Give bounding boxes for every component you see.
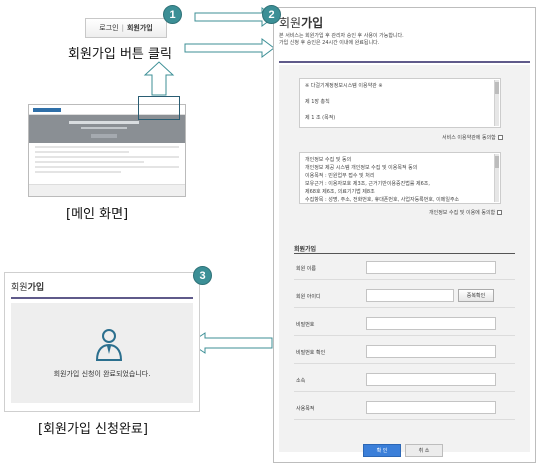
signup-page-title: 회원가입	[279, 16, 324, 30]
login-signup-box: 로그인 | 회원가입	[85, 18, 167, 38]
duplicate-check-button[interactable]: 중복확인	[458, 289, 494, 302]
user-icon	[95, 329, 123, 361]
privacy-scrollbar[interactable]	[494, 154, 499, 202]
privacy-agree[interactable]: 개인정보 수집 및 이용에 동의함	[429, 209, 503, 216]
signup-section-title: 회원가입	[294, 246, 317, 253]
privacy-terms-box[interactable]: 개인정보 수집 및 동의 개인정보 제공 시스템 개인정보 수집 및 이용목적 …	[299, 152, 501, 204]
cancel-button[interactable]: 취 소	[405, 444, 443, 457]
step-badge-3: 3	[193, 266, 212, 285]
purpose-input[interactable]	[366, 401, 496, 414]
privacy-agree-checkbox[interactable]	[497, 210, 503, 215]
field-row-id: 회원 아이디 중복확인	[294, 284, 515, 308]
confirm-button[interactable]: 확 인	[363, 444, 401, 457]
terms-agree[interactable]: 서비스 이용약관에 동의함	[442, 134, 503, 141]
result-title: 회원가입	[11, 283, 45, 293]
field-row-name: 회원 이름	[294, 256, 515, 280]
main-screen-caption: [메인 화면]	[66, 207, 129, 222]
signup-link[interactable]: 회원가입	[127, 23, 153, 33]
name-input[interactable]	[366, 261, 496, 274]
terms-agree-checkbox[interactable]	[497, 135, 503, 140]
field-row-affiliation: 소속	[294, 368, 515, 392]
complete-message: 회원가입 신청이 완료되었습니다.	[53, 370, 151, 378]
signup-description: 본 서비스는 회원가입 후 관리자 승인 후 사용이 가능합니다. 가입 신청 …	[279, 33, 404, 46]
password-confirm-input[interactable]	[366, 345, 496, 358]
step1-caption: 회원가입 버튼 클릭	[68, 47, 172, 62]
terms-scrollbar[interactable]	[494, 80, 499, 126]
login-separator: |	[121, 24, 124, 32]
step-badge-2: 2	[262, 5, 281, 24]
field-row-purpose: 사용목적	[294, 396, 515, 420]
password-input[interactable]	[366, 317, 496, 330]
field-row-password-confirm: 비밀번호 확인	[294, 340, 515, 364]
signup-page: 회원가입 본 서비스는 회원가입 후 관리자 승인 후 사용이 가능합니다. 가…	[273, 7, 536, 463]
field-row-password: 비밀번호	[294, 312, 515, 336]
complete-caption: [회원가입 신청완료]	[38, 422, 148, 437]
step-badge-1: 1	[163, 5, 182, 24]
id-input[interactable]	[366, 289, 454, 302]
signup-highlight-box	[138, 96, 180, 120]
affiliation-input[interactable]	[366, 373, 496, 386]
signup-complete-panel: 회원가입 회원가입 신청이 완료되었습니다.	[4, 272, 200, 412]
terms-of-service-box[interactable]: ※ 다걸기계정정보시스템 이용약관 ※ 제 1장 총칙 제 1 조 (목적)	[299, 78, 501, 128]
login-link[interactable]: 로그인	[99, 23, 118, 33]
